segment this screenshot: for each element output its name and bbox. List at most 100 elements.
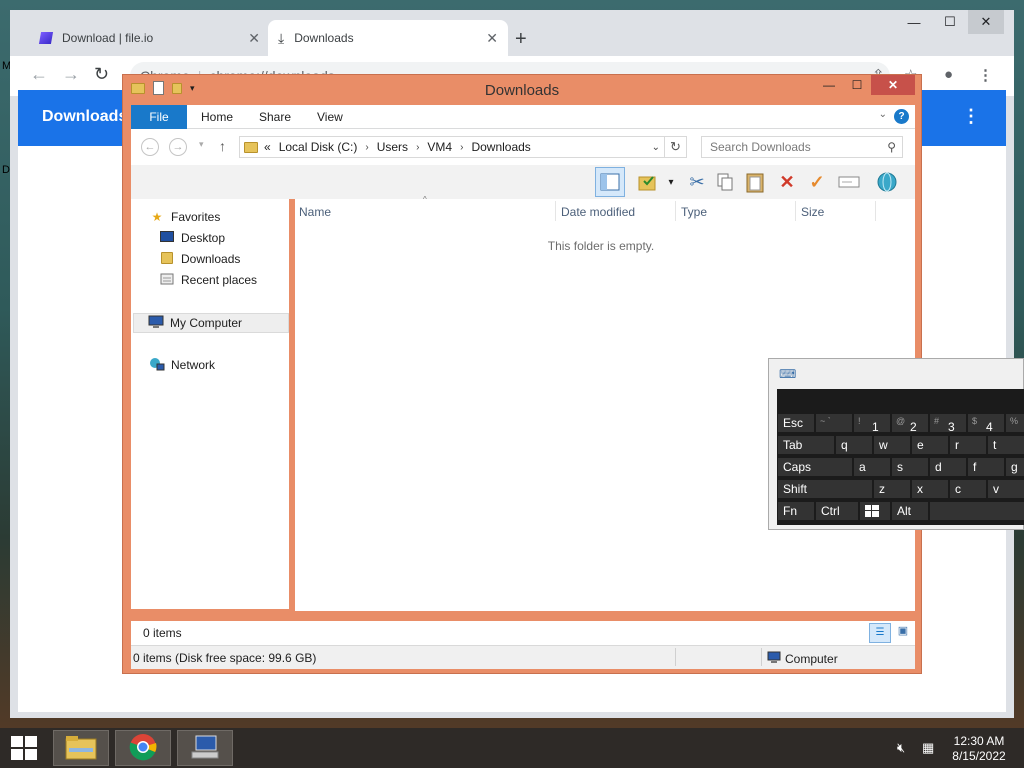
- nav-favorites[interactable]: ★ Favorites: [149, 207, 305, 227]
- key-d[interactable]: d: [929, 457, 967, 477]
- explorer-titlebar[interactable]: ▾ Downloads — ☐ ✕: [123, 75, 921, 105]
- taskbar-file-explorer[interactable]: [53, 730, 109, 766]
- column-header-size[interactable]: Size: [801, 205, 824, 219]
- key-s[interactable]: s: [891, 457, 929, 477]
- large-icons-view-icon[interactable]: ▣: [895, 624, 911, 640]
- key-q[interactable]: q: [835, 435, 873, 455]
- profile-avatar-icon[interactable]: ●: [944, 66, 953, 83]
- chrome-menu-icon[interactable]: ⋮: [978, 66, 993, 84]
- network-tray-icon[interactable]: ▦: [922, 740, 934, 756]
- nav-recent-places[interactable]: Recent places: [159, 270, 315, 290]
- back-icon[interactable]: ←: [141, 138, 159, 156]
- cut-icon[interactable]: ✂: [685, 170, 709, 194]
- nav-network[interactable]: Network: [149, 355, 305, 375]
- start-button[interactable]: [6, 734, 42, 764]
- close-tab-icon[interactable]: ✕: [248, 30, 260, 47]
- system-clock[interactable]: 12:30 AM 8/15/2022: [944, 734, 1014, 764]
- minimize-button[interactable]: —: [896, 10, 932, 34]
- search-input[interactable]: Search Downloads ⚲: [701, 136, 903, 158]
- close-tab-icon[interactable]: ✕: [486, 30, 498, 47]
- nav-desktop[interactable]: Desktop: [159, 228, 315, 248]
- delete-icon[interactable]: ✕: [775, 170, 799, 194]
- key-2[interactable]: @2: [891, 413, 929, 434]
- ribbon-file-tab[interactable]: File: [131, 105, 187, 129]
- network-sharing-icon[interactable]: [875, 170, 899, 194]
- key-v[interactable]: v: [987, 479, 1024, 499]
- tab-downloads[interactable]: ⤓ Downloads ✕: [268, 20, 508, 56]
- ribbon-tab-home[interactable]: Home: [201, 110, 233, 124]
- key-e[interactable]: e: [911, 435, 949, 455]
- paste-icon[interactable]: [743, 170, 767, 194]
- tab-fileio[interactable]: Download | file.io ✕: [30, 20, 270, 56]
- minimize-button[interactable]: —: [815, 75, 843, 95]
- key-ctrl[interactable]: Ctrl: [815, 501, 859, 521]
- key-g[interactable]: g: [1005, 457, 1024, 477]
- maximize-button[interactable]: ☐: [932, 10, 968, 34]
- key-x[interactable]: x: [911, 479, 949, 499]
- column-header-type[interactable]: Type: [681, 205, 707, 219]
- column-divider[interactable]: [795, 201, 796, 221]
- forward-icon[interactable]: →: [169, 138, 187, 156]
- nav-downloads[interactable]: Downloads: [159, 249, 315, 269]
- column-divider[interactable]: [555, 201, 556, 221]
- key-esc[interactable]: Esc: [777, 413, 815, 433]
- new-tab-button[interactable]: +: [515, 28, 527, 51]
- key-3[interactable]: #3: [929, 413, 967, 434]
- breadcrumb-separator-icon[interactable]: ›: [365, 142, 368, 153]
- address-breadcrumb[interactable]: « Local Disk (C:) › Users › VM4 › Downlo…: [239, 136, 665, 158]
- details-view-icon[interactable]: ☰: [869, 623, 891, 643]
- key-tilde[interactable]: ~ `: [815, 413, 853, 433]
- address-dropdown-icon[interactable]: ⌄: [652, 142, 660, 153]
- key-windows[interactable]: [859, 501, 891, 521]
- key-fn[interactable]: Fn: [777, 501, 815, 521]
- breadcrumb-separator-icon[interactable]: ›: [416, 142, 419, 153]
- breadcrumb-item[interactable]: Users: [377, 140, 408, 154]
- up-one-level-icon[interactable]: ↑: [219, 138, 226, 154]
- breadcrumb-item[interactable]: Downloads: [471, 140, 530, 154]
- key-1[interactable]: ! 1: [853, 413, 891, 434]
- maximize-button[interactable]: ☐: [843, 75, 871, 95]
- preview-pane-icon[interactable]: [595, 167, 625, 197]
- breadcrumb-item[interactable]: Local Disk (C:): [279, 140, 358, 154]
- folder-options-chevron-icon[interactable]: ▾: [659, 170, 683, 194]
- help-icon[interactable]: ?: [894, 109, 909, 124]
- back-icon[interactable]: ←: [30, 64, 48, 85]
- refresh-icon[interactable]: ↻: [665, 136, 687, 158]
- column-header-date-modified[interactable]: Date modified: [561, 205, 635, 219]
- breadcrumb-separator-icon[interactable]: ›: [460, 142, 463, 153]
- key-4[interactable]: $4: [967, 413, 1005, 434]
- close-button[interactable]: ✕: [968, 10, 1004, 34]
- key-tab[interactable]: Tab: [777, 435, 835, 455]
- taskbar-chrome[interactable]: [115, 730, 171, 766]
- ribbon-tab-view[interactable]: View: [317, 110, 343, 124]
- copy-icon[interactable]: [713, 170, 737, 194]
- key-t[interactable]: t: [987, 435, 1024, 455]
- taskbar-on-screen-keyboard[interactable]: [177, 730, 233, 766]
- key-caps[interactable]: Caps: [777, 457, 853, 477]
- column-divider[interactable]: [875, 201, 876, 221]
- key-alt[interactable]: Alt: [891, 501, 929, 521]
- key-space[interactable]: [929, 501, 1024, 521]
- ribbon-tab-share[interactable]: Share: [259, 110, 291, 124]
- forward-icon[interactable]: →: [62, 64, 80, 85]
- key-c[interactable]: c: [949, 479, 987, 499]
- speaker-muted-icon[interactable]: 🔇︎: [897, 740, 905, 756]
- rename-icon[interactable]: [837, 170, 861, 194]
- breadcrumb-item[interactable]: VM4: [427, 140, 452, 154]
- key-z[interactable]: z: [873, 479, 911, 499]
- column-divider[interactable]: [675, 201, 676, 221]
- nav-my-computer[interactable]: My Computer: [133, 313, 289, 333]
- key-a[interactable]: a: [853, 457, 891, 477]
- downloads-menu-icon[interactable]: ⋮: [962, 106, 980, 127]
- key-shift[interactable]: Shift: [777, 479, 873, 499]
- recent-locations-chevron-icon[interactable]: ▾: [199, 139, 204, 150]
- key-f[interactable]: f: [967, 457, 1005, 477]
- key-5[interactable]: %: [1005, 413, 1024, 433]
- breadcrumb-overflow[interactable]: «: [264, 140, 271, 154]
- reload-icon[interactable]: ↻: [94, 64, 109, 85]
- column-header-name[interactable]: Name: [299, 205, 331, 219]
- close-button[interactable]: ✕: [871, 75, 915, 95]
- check-icon[interactable]: ✓: [805, 170, 829, 194]
- key-r[interactable]: r: [949, 435, 987, 455]
- expand-ribbon-icon[interactable]: ⌄: [879, 109, 887, 120]
